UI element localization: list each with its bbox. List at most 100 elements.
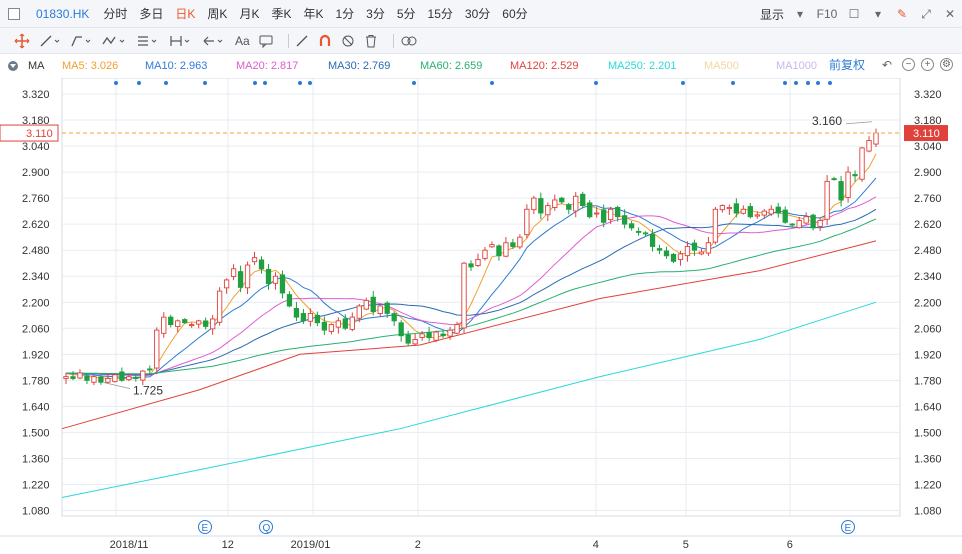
chevron-down-icon[interactable]: ▾ [792,6,808,22]
settings-gear-icon[interactable]: ⚙ [940,58,953,71]
x-tick-label: 4 [593,539,599,551]
price-adjust-toggle[interactable]: 前复权 [829,56,865,73]
candlestick-chart[interactable]: 3.320 3.3203.180 3.1803.040 3.0402.900 2.900… [0,78,962,554]
period-tab-15min[interactable]: 15分 [422,0,459,28]
candle-body [175,320,181,327]
link-tool-icon[interactable] [400,31,418,51]
candle-body [656,248,663,251]
last-price-value-right: 3.110 [913,128,940,140]
y-tick-label-left: 3.320 [22,89,50,101]
indicator-label[interactable]: MA [28,60,45,72]
close-icon[interactable]: ✕ [942,6,958,22]
candle-body [426,332,432,339]
candle-body [796,219,802,229]
zoom-in-icon[interactable]: + [921,58,934,71]
candle-body [531,197,537,211]
candle-body [817,219,823,227]
y-tick-label-right: 1.080 [914,506,942,518]
period-tab-60min[interactable]: 60分 [496,0,533,28]
y-tick-label-left: 2.200 [22,297,50,309]
period-tab-yearly[interactable]: 年K [297,0,329,28]
candle-body [803,216,809,224]
candle-body [98,376,104,383]
candle-body [782,209,788,223]
undo-icon[interactable]: ↶ [879,57,895,73]
ruler-tool-icon[interactable] [295,31,309,51]
y-tick-label-left: 1.360 [22,453,50,465]
event-dot [164,81,168,85]
candle-body [670,253,677,262]
y-tick-label-right: 1.220 [914,479,942,491]
candle-body [140,370,146,381]
y-tick-label-right: 2.200 [914,297,942,309]
chevron-down-icon[interactable]: ▾ [870,6,886,22]
candle-body [642,232,649,235]
candle-body [279,274,286,294]
stock-code[interactable]: 01830.HK [36,7,89,21]
channel-tool-icon[interactable] [70,31,92,51]
ma60-label: MA60: 2.659 [420,60,483,72]
candle-body [363,299,369,310]
fullscreen-icon[interactable]: ⤢ [918,6,934,22]
candle-body [552,199,558,208]
f10-button[interactable]: F10 [816,6,838,22]
candle-body [126,376,132,381]
event-dot [828,81,832,85]
event-dot [263,81,267,85]
period-tab-intraday[interactable]: 分时 [97,0,133,28]
move-crosshair-icon[interactable] [14,31,30,51]
candle-body [684,246,691,257]
candle-body [517,236,523,248]
y-tick-label-right: 3.040 [914,141,942,153]
candle-body [419,333,425,338]
checkbox-icon[interactable]: ☐ [846,6,862,22]
period-tab-30min[interactable]: 30分 [459,0,496,28]
candle-body [77,372,83,379]
period-tab-5min[interactable]: 5分 [391,0,422,28]
candle-body [314,314,321,324]
y-tick-label-right: 2.760 [914,193,942,205]
period-tab-daily[interactable]: 日K [169,0,201,28]
candle-body [545,205,551,216]
candle-body [614,206,621,218]
candle-body [293,307,300,318]
period-tab-multiday[interactable]: 多日 [133,0,169,28]
fibonacci-tool-icon[interactable] [136,31,160,51]
pencil-icon[interactable]: ✎ [894,6,910,22]
candle-body [510,242,516,247]
period-tab-weekly[interactable]: 周K [201,0,233,28]
candle-body [300,313,307,322]
text-tool-button[interactable]: Aa [235,31,250,51]
candle-body [405,334,411,344]
event-dot [203,81,207,85]
zoom-out-icon[interactable]: − [902,58,915,71]
candle-body [810,214,816,229]
candle-body [391,313,397,322]
trash-icon[interactable] [364,31,378,51]
candle-body [733,203,739,214]
arrow-tool-icon[interactable] [202,31,226,51]
candle-body [91,376,97,383]
candle-body [712,208,719,243]
period-tab-monthly[interactable]: 月K [233,0,265,28]
period-tab-quarterly[interactable]: 季K [265,0,297,28]
magnet-icon[interactable] [318,31,332,51]
period-tab-1min[interactable]: 1分 [329,0,360,28]
range-tool-icon[interactable] [169,31,193,51]
select-checkbox[interactable] [8,7,20,20]
comment-tool-icon[interactable] [259,31,273,51]
period-tab-3min[interactable]: 3分 [360,0,391,28]
wave-tool-icon[interactable] [101,31,127,51]
ma-lines [61,153,877,498]
line-tool-icon[interactable] [39,31,61,51]
display-menu-label[interactable]: 显示 [760,6,784,23]
candle-body [154,329,160,369]
ma250-line [61,301,877,498]
period-toolbar: 01830.HK 分时 多日 日K 周K 月K 季K 年K 1分 3分 5分 1… [0,0,962,28]
hide-drawings-icon[interactable] [341,31,355,51]
collapse-icon[interactable] [8,61,18,71]
event-dot [114,81,118,85]
candle-body [84,375,90,381]
ma120-line [61,240,877,430]
candle-body [70,376,76,379]
